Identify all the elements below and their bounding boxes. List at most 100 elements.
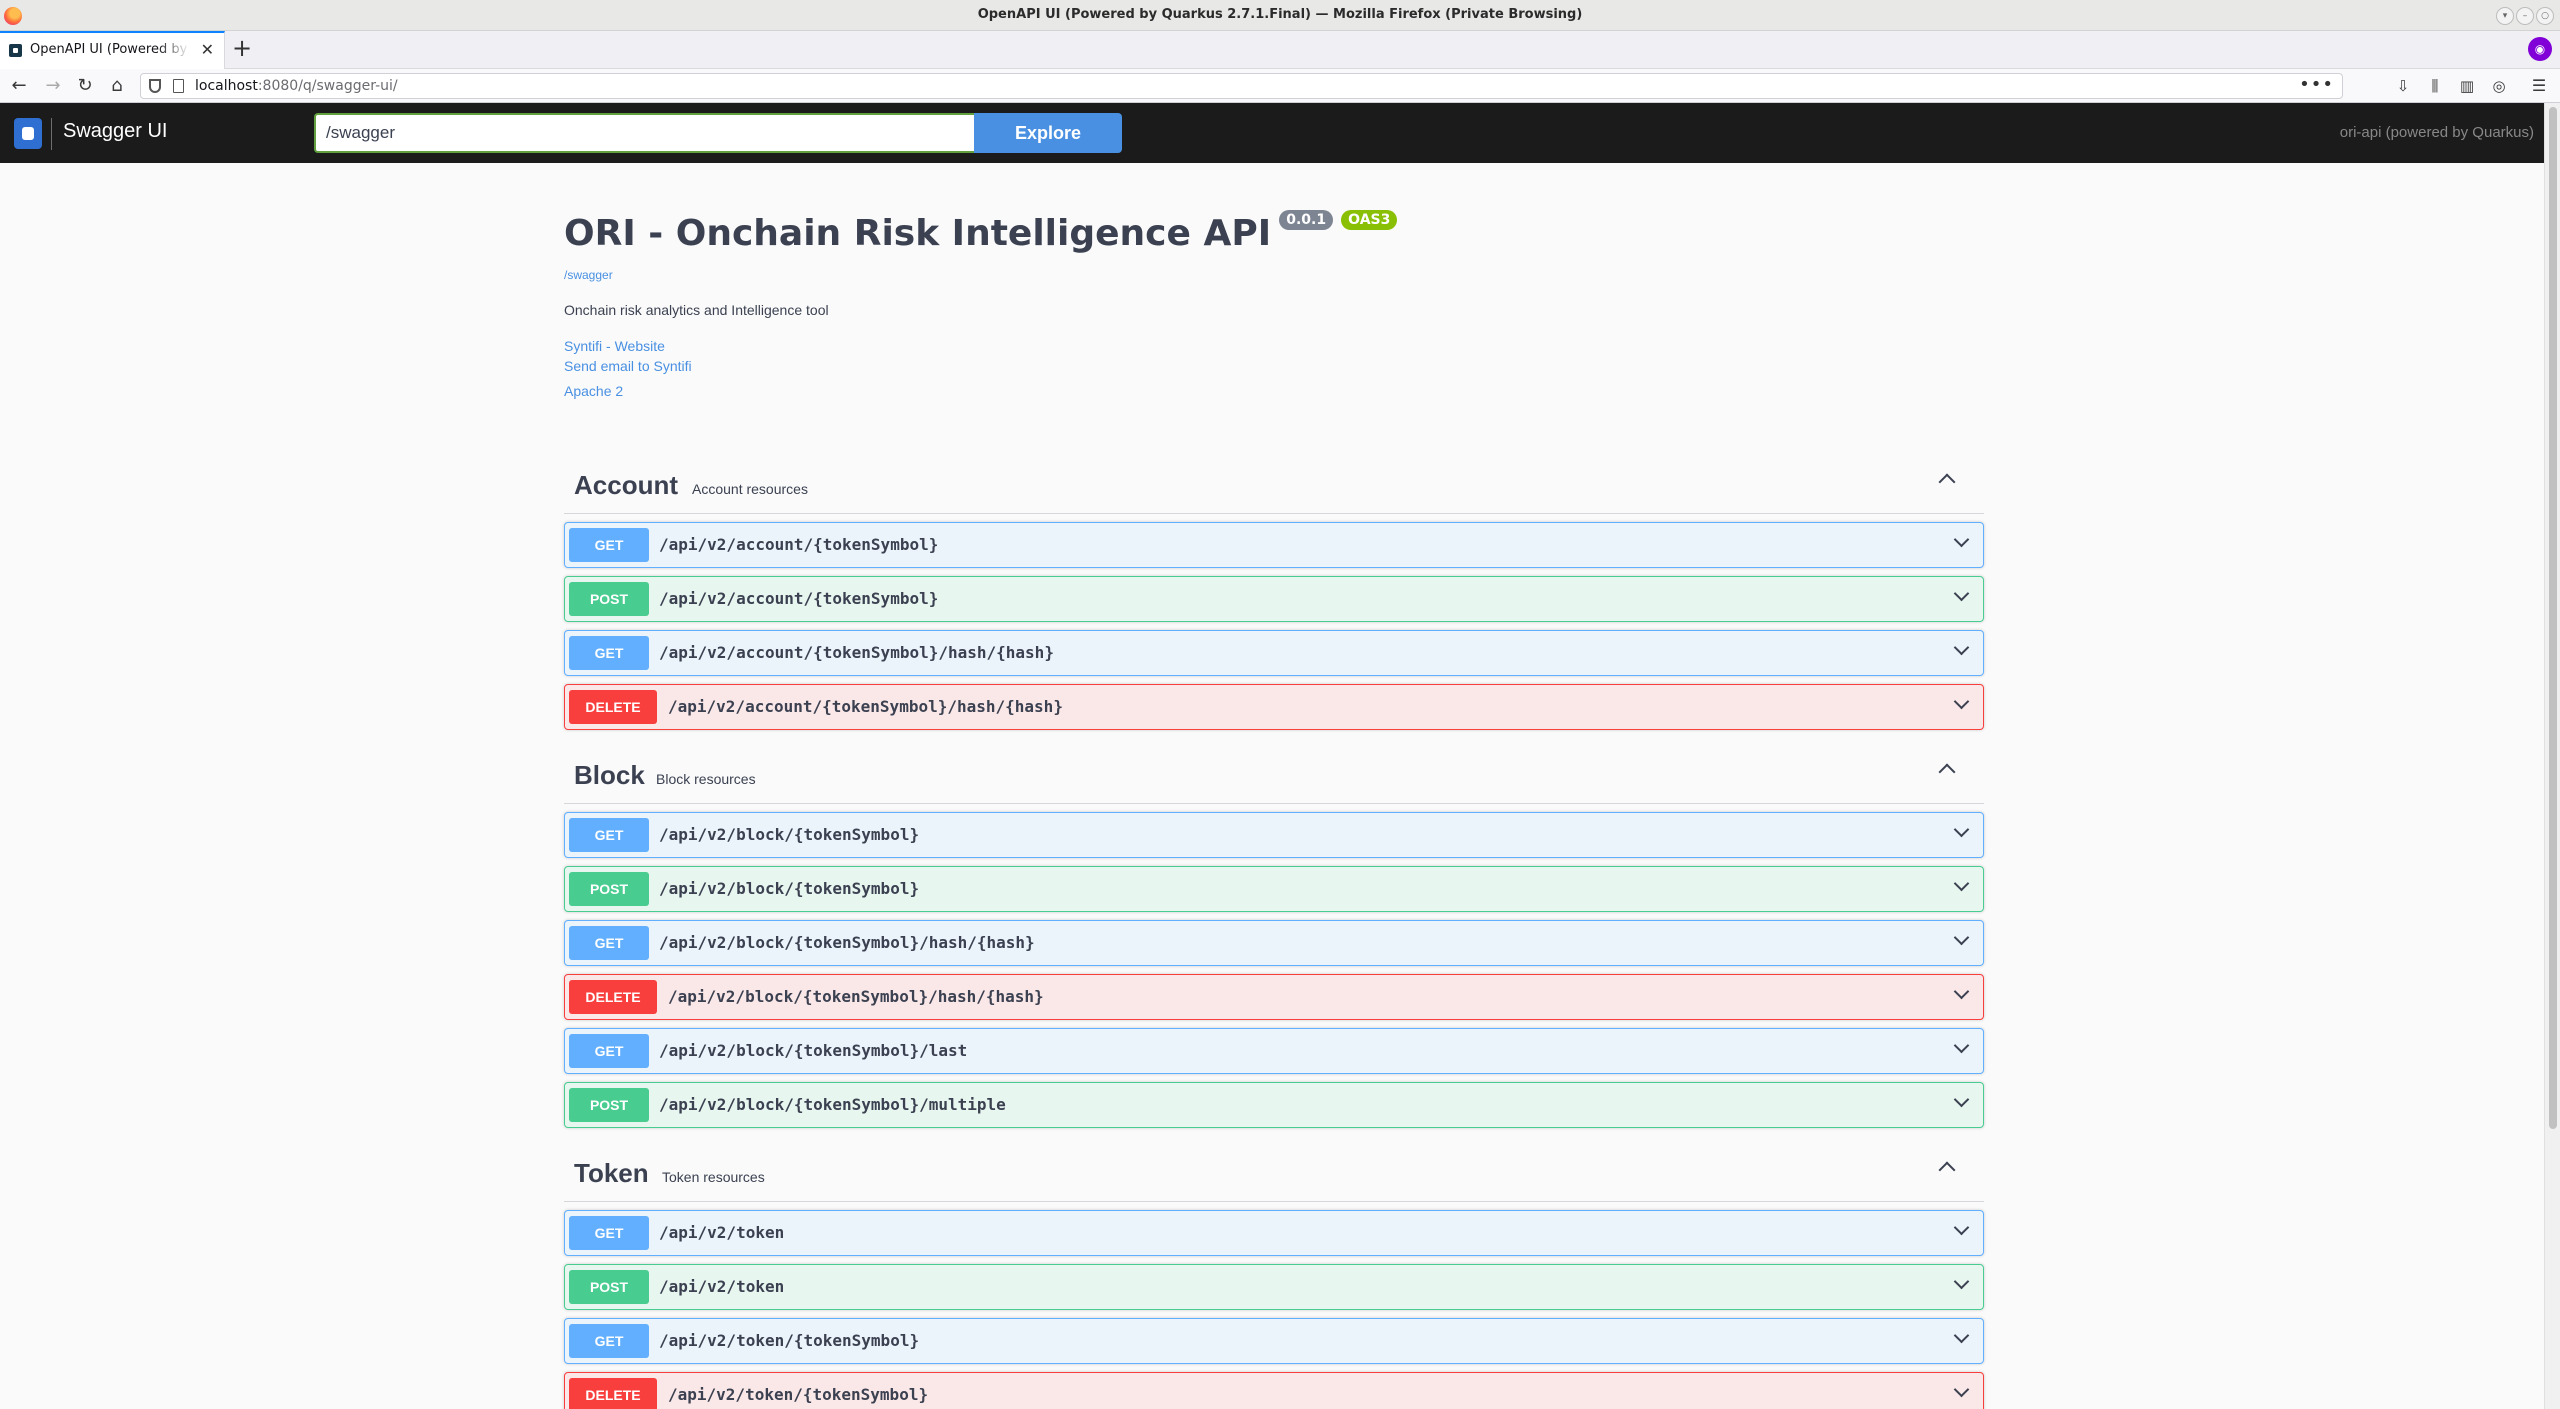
email-link[interactable]: Send email to Syntifi xyxy=(564,356,1984,376)
chevron-down-icon[interactable] xyxy=(1951,1221,1971,1241)
window-title: OpenAPI UI (Powered by Quarkus 2.7.1.Fin… xyxy=(977,7,1583,22)
maximize-icon[interactable]: – xyxy=(2516,7,2534,25)
operation-row[interactable]: GET /api/v2/block/{tokenSymbol}/last xyxy=(564,1028,1984,1074)
operation-row[interactable]: GET /api/v2/block/{tokenSymbol}/hash/{ha… xyxy=(564,920,1984,966)
operation-row[interactable]: POST /api/v2/account/{tokenSymbol} xyxy=(564,576,1984,622)
tag-name[interactable]: Account xyxy=(574,470,678,501)
browser-tab[interactable]: OpenAPI UI (Powered by ✕ xyxy=(0,31,225,69)
operation-path[interactable]: /api/v2/block/{tokenSymbol} xyxy=(659,825,919,844)
operation-row[interactable]: POST /api/v2/token xyxy=(564,1264,1984,1310)
chevron-down-icon[interactable] xyxy=(1951,1329,1971,1349)
base-url-link[interactable]: /swagger xyxy=(564,268,1984,282)
sidebar-icon[interactable]: ▥ xyxy=(2454,73,2480,99)
info-links: Syntifi - Website Send email to Syntifi … xyxy=(564,336,1984,401)
tag-description: Token resources xyxy=(662,1169,765,1185)
close-window-icon[interactable]: ○ xyxy=(2536,7,2554,25)
chevron-down-icon[interactable] xyxy=(1951,1039,1971,1059)
operation-path[interactable]: /api/v2/token/{tokenSymbol} xyxy=(668,1385,928,1404)
topbar-app-name: ori-api (powered by Quarkus) xyxy=(2339,124,2534,141)
operation-path[interactable]: /api/v2/account/{tokenSymbol} xyxy=(659,589,938,608)
spec-url-input[interactable] xyxy=(314,113,974,153)
menu-icon[interactable]: ☰ xyxy=(2526,73,2552,99)
page-scrollbar[interactable] xyxy=(2544,103,2560,1409)
reload-icon[interactable]: ↻ xyxy=(72,73,98,99)
account-icon[interactable]: ◎ xyxy=(2486,73,2512,99)
chevron-up-icon[interactable] xyxy=(1938,1158,1956,1176)
operation-path[interactable]: /api/v2/block/{tokenSymbol} xyxy=(659,879,919,898)
chevron-down-icon[interactable] xyxy=(1951,641,1971,661)
operation-row[interactable]: DELETE /api/v2/account/{tokenSymbol}/has… xyxy=(564,684,1984,730)
back-icon[interactable]: ← xyxy=(6,73,32,99)
tag-header[interactable]: Block Block resources xyxy=(564,742,1984,804)
operation-row[interactable]: GET /api/v2/block/{tokenSymbol} xyxy=(564,812,1984,858)
tracking-shield-icon[interactable] xyxy=(149,79,161,93)
swagger-logo-icon[interactable] xyxy=(14,118,42,149)
chevron-down-icon[interactable] xyxy=(1951,823,1971,843)
method-badge: GET xyxy=(569,1034,649,1068)
operation-row[interactable]: DELETE /api/v2/block/{tokenSymbol}/hash/… xyxy=(564,974,1984,1020)
chevron-down-icon[interactable] xyxy=(1951,695,1971,715)
tag-header[interactable]: Account Account resources xyxy=(564,452,1984,514)
chevron-down-icon[interactable] xyxy=(1951,587,1971,607)
chevron-down-icon[interactable] xyxy=(1951,1275,1971,1295)
operation-row[interactable]: POST /api/v2/block/{tokenSymbol}/multipl… xyxy=(564,1082,1984,1128)
tag-section-block: Block Block resources GET /api/v2/block/… xyxy=(564,742,1984,1128)
explore-button[interactable]: Explore xyxy=(974,113,1122,153)
scrollbar-thumb[interactable] xyxy=(2549,107,2557,1129)
method-badge: GET xyxy=(569,528,649,562)
operation-path[interactable]: /api/v2/token/{tokenSymbol} xyxy=(659,1331,919,1350)
method-badge: GET xyxy=(569,636,649,670)
navigation-toolbar: ← → ↻ ⌂ localhost:8080/q/swagger-ui/ •••… xyxy=(0,69,2560,103)
chevron-down-icon[interactable] xyxy=(1951,931,1971,951)
operation-row[interactable]: GET /api/v2/token/{tokenSymbol} xyxy=(564,1318,1984,1364)
minimize-icon[interactable]: ▾ xyxy=(2496,7,2514,25)
method-badge: DELETE xyxy=(569,1378,657,1409)
library-icon[interactable]: ⫼ xyxy=(2422,73,2448,99)
url-bar[interactable]: localhost:8080/q/swagger-ui/ ••• xyxy=(140,73,2343,99)
operation-path[interactable]: /api/v2/token xyxy=(659,1223,784,1242)
method-badge: POST xyxy=(569,1270,649,1304)
operation-row[interactable]: GET /api/v2/account/{tokenSymbol}/hash/{… xyxy=(564,630,1984,676)
operation-path[interactable]: /api/v2/block/{tokenSymbol}/hash/{hash} xyxy=(659,933,1035,952)
chevron-down-icon[interactable] xyxy=(1951,985,1971,1005)
method-badge: GET xyxy=(569,1324,649,1358)
tab-close-icon[interactable]: ✕ xyxy=(201,40,214,59)
method-badge: GET xyxy=(569,818,649,852)
method-badge: GET xyxy=(569,1216,649,1250)
website-link[interactable]: Syntifi - Website xyxy=(564,336,1984,356)
chevron-down-icon[interactable] xyxy=(1951,1093,1971,1113)
forward-icon[interactable]: → xyxy=(40,73,66,99)
tag-name[interactable]: Token xyxy=(574,1158,649,1189)
chevron-up-icon[interactable] xyxy=(1938,760,1956,778)
url-text[interactable]: localhost:8080/q/swagger-ui/ xyxy=(195,78,398,94)
operation-row[interactable]: DELETE /api/v2/token/{tokenSymbol} xyxy=(564,1372,1984,1409)
window-titlebar: OpenAPI UI (Powered by Quarkus 2.7.1.Fin… xyxy=(0,0,2560,31)
tag-header[interactable]: Token Token resources xyxy=(564,1140,1984,1202)
pocket-icon[interactable]: ⇩ xyxy=(2390,73,2416,99)
chevron-down-icon[interactable] xyxy=(1951,533,1971,553)
new-tab-button[interactable]: + xyxy=(232,34,252,62)
page-info-icon[interactable] xyxy=(173,79,184,93)
license-link[interactable]: Apache 2 xyxy=(564,381,1984,401)
operation-path[interactable]: /api/v2/account/{tokenSymbol}/hash/{hash… xyxy=(659,643,1054,662)
chevron-up-icon[interactable] xyxy=(1938,470,1956,488)
tab-label: OpenAPI UI (Powered by xyxy=(30,42,188,57)
operation-path[interactable]: /api/v2/block/{tokenSymbol}/multiple xyxy=(659,1095,1006,1114)
tag-name[interactable]: Block xyxy=(574,760,645,791)
home-icon[interactable]: ⌂ xyxy=(104,73,130,99)
swagger-brand[interactable]: Swagger UI xyxy=(63,120,168,143)
operation-path[interactable]: /api/v2/account/{tokenSymbol} xyxy=(659,535,938,554)
operation-row[interactable]: GET /api/v2/account/{tokenSymbol} xyxy=(564,522,1984,568)
tag-description: Account resources xyxy=(692,481,808,497)
operation-row[interactable]: POST /api/v2/block/{tokenSymbol} xyxy=(564,866,1984,912)
operation-path[interactable]: /api/v2/block/{tokenSymbol}/hash/{hash} xyxy=(668,987,1044,1006)
operation-row[interactable]: GET /api/v2/token xyxy=(564,1210,1984,1256)
operation-path[interactable]: /api/v2/block/{tokenSymbol}/last xyxy=(659,1041,967,1060)
method-badge: POST xyxy=(569,1088,649,1122)
page-actions-icon[interactable]: ••• xyxy=(2299,74,2334,95)
operation-path[interactable]: /api/v2/token xyxy=(659,1277,784,1296)
chevron-down-icon[interactable] xyxy=(1951,877,1971,897)
chevron-down-icon[interactable] xyxy=(1951,1383,1971,1403)
operation-path[interactable]: /api/v2/account/{tokenSymbol}/hash/{hash… xyxy=(668,697,1063,716)
method-badge: POST xyxy=(569,582,649,616)
